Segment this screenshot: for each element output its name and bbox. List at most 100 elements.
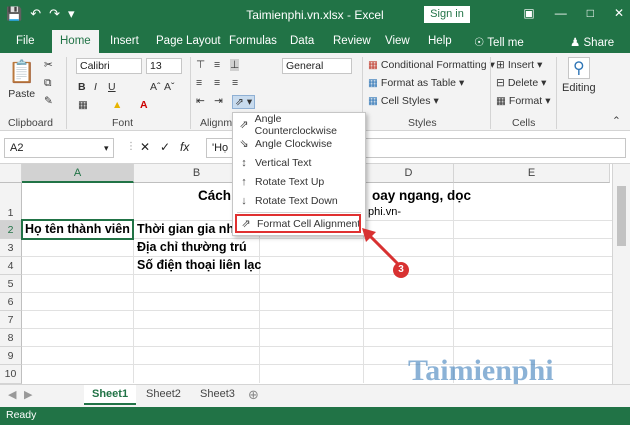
row-header[interactable]: 8	[0, 329, 22, 347]
row-header[interactable]: 3	[0, 239, 22, 257]
divider	[556, 57, 557, 129]
decrease-indent-icon[interactable]: ⇤	[196, 95, 205, 107]
rotate-up-icon: ↑	[241, 175, 247, 188]
grow-font-icon[interactable]: Aˆ	[150, 81, 161, 93]
format-cells-button[interactable]: ▦ Format ▾	[496, 95, 550, 107]
column-header[interactable]: E	[454, 164, 610, 183]
shrink-font-icon[interactable]: Aˇ	[164, 81, 175, 93]
sheet-tab-bar: ◀ ▶ Sheet1 Sheet2 Sheet3 ⊕	[0, 384, 630, 407]
italic-icon[interactable]: I	[94, 81, 97, 93]
add-sheet-icon[interactable]: ⊕	[248, 387, 259, 403]
menu-item-vertical-text[interactable]: ↕ Vertical Text	[233, 153, 365, 172]
menu-item-rotate-text-up[interactable]: ↑ Rotate Text Up	[233, 172, 365, 191]
bottom-align-icon[interactable]: ⊥	[230, 59, 240, 71]
align-left-icon[interactable]: ≡	[196, 77, 202, 89]
tab-formulas[interactable]: Formulas	[229, 35, 277, 47]
row-header[interactable]: 5	[0, 275, 22, 293]
step-badge: 3	[393, 262, 409, 278]
row-header[interactable]: 10	[0, 365, 22, 384]
conditional-formatting-button[interactable]: ▦ Conditional Formatting ▾	[368, 59, 495, 71]
tell-me-label: Tell me	[487, 37, 524, 49]
menu-item-label: Rotate Text Up	[255, 175, 325, 188]
tab-view[interactable]: View	[385, 35, 410, 47]
menu-item-format-cell-alignment[interactable]: ⇗ Format Cell Alignment	[235, 214, 361, 233]
column-header[interactable]: A	[22, 164, 134, 183]
cut-icon[interactable]: ✂	[44, 59, 53, 71]
number-format-select[interactable]: General	[282, 58, 352, 74]
align-right-icon[interactable]: ≡	[232, 77, 238, 89]
font-color-icon[interactable]: A	[140, 99, 148, 111]
menu-item-label: Angle Counterclockwise	[254, 112, 337, 137]
format-as-table-button[interactable]: ▦ Format as Table ▾	[368, 77, 464, 89]
align-center-icon[interactable]: ≡	[214, 77, 220, 89]
tab-review[interactable]: Review	[333, 35, 371, 47]
share-icon: ♟	[570, 37, 584, 49]
tab-data[interactable]: Data	[290, 35, 314, 47]
fill-color-icon[interactable]: ▲	[112, 99, 122, 111]
sign-in-button[interactable]: Sign in	[424, 6, 470, 23]
row-header[interactable]: 4	[0, 257, 22, 275]
middle-align-icon[interactable]: ≡	[214, 59, 220, 71]
select-all[interactable]	[0, 164, 22, 183]
bold-icon[interactable]: B	[78, 81, 86, 93]
tell-me-box[interactable]: ☉ Tell me	[474, 35, 524, 49]
tab-home[interactable]: Home	[52, 30, 99, 53]
row-header[interactable]: 1	[0, 183, 22, 221]
table-icon: ▦	[368, 77, 378, 89]
sheet-tab[interactable]: Sheet2	[138, 385, 189, 405]
orientation-button[interactable]: ⇗ ▾	[232, 95, 256, 109]
menu-item-rotate-text-down[interactable]: ↓ Rotate Text Down	[233, 191, 365, 210]
maximize-icon[interactable]: □	[587, 6, 594, 20]
cancel-icon[interactable]: ✕	[140, 140, 150, 154]
top-align-icon[interactable]: ⊤	[196, 59, 205, 71]
next-sheet-icon[interactable]: ▶	[24, 388, 32, 401]
tab-page-layout[interactable]: Page Layout	[156, 35, 221, 47]
enter-icon[interactable]: ✓	[160, 140, 170, 154]
prev-sheet-icon[interactable]: ◀	[8, 388, 16, 401]
clipboard-group-label: Clipboard	[8, 117, 53, 129]
cell-b3[interactable]: Địa chỉ thường trú	[137, 240, 247, 254]
sheet-tab[interactable]: Sheet3	[192, 385, 243, 405]
column-header[interactable]: D	[364, 164, 454, 183]
cell-styles-button[interactable]: ▦ Cell Styles ▾	[368, 95, 439, 107]
minimize-icon[interactable]: —	[555, 6, 567, 20]
menu-item-angle-clockwise[interactable]: ⇘ Angle Clockwise	[233, 134, 365, 153]
paste-button[interactable]: 📋 Paste	[8, 59, 35, 100]
font-size-select[interactable]: 13	[146, 58, 182, 74]
cell-b4[interactable]: Số điện thoại liên lạc	[137, 258, 261, 272]
delete-cells-button[interactable]: ⊟ Delete ▾	[496, 77, 546, 89]
insert-cells-button[interactable]: ⊞ Insert ▾	[496, 59, 542, 71]
tab-help[interactable]: Help	[428, 35, 452, 47]
cell-a2[interactable]: Họ tên thành viên	[25, 222, 130, 236]
tab-file[interactable]: File	[16, 35, 35, 47]
format-painter-icon[interactable]: ✎	[44, 95, 53, 107]
lightbulb-icon: ☉	[474, 37, 488, 49]
row-header[interactable]: 2	[0, 221, 22, 239]
gridline	[22, 292, 612, 293]
cell-subtitle: phi.vn-	[368, 206, 402, 218]
row-header[interactable]: 9	[0, 347, 22, 365]
vertical-scrollbar[interactable]	[612, 164, 630, 384]
collapse-ribbon-icon[interactable]: ⌃	[612, 115, 621, 127]
styles-group-label: Styles	[408, 117, 437, 129]
insert-function-icon[interactable]: fx	[180, 140, 189, 154]
close-icon[interactable]: ✕	[614, 6, 624, 20]
scrollbar-thumb[interactable]	[617, 186, 626, 246]
menu-item-angle-counterclockwise[interactable]: ⇗ Angle Counterclockwise	[233, 112, 365, 137]
increase-indent-icon[interactable]: ⇥	[214, 95, 223, 107]
row-header[interactable]: 7	[0, 311, 22, 329]
share-button[interactable]: ♟ Share	[570, 35, 614, 49]
font-name-select[interactable]: Calibri	[76, 58, 142, 74]
sheet-tab[interactable]: Sheet1	[84, 385, 137, 405]
ribbon-options-icon[interactable]: ▣	[523, 6, 534, 20]
chevron-down-icon[interactable]: ▾	[104, 143, 109, 154]
row-header[interactable]: 6	[0, 293, 22, 311]
name-box[interactable]: A2	[4, 138, 114, 158]
rotate-down-icon: ↓	[241, 194, 247, 207]
underline-icon[interactable]: U	[108, 81, 116, 93]
copy-icon[interactable]: ⧉	[44, 77, 52, 90]
editing-button[interactable]: ⚲ Editing	[562, 57, 596, 94]
borders-icon[interactable]: ▦	[78, 99, 88, 111]
watermark-logo: Taimienphi	[408, 354, 554, 384]
tab-insert[interactable]: Insert	[110, 35, 139, 47]
